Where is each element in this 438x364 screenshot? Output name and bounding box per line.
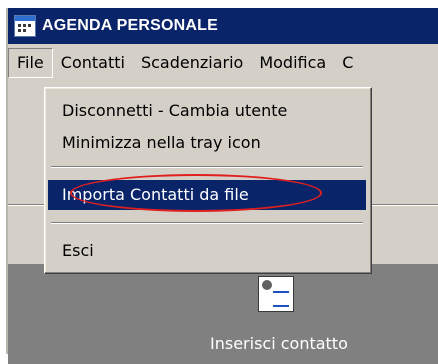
menuitem-esci-label: Esci — [62, 241, 94, 260]
menuitem-esci[interactable]: Esci — [48, 236, 366, 266]
title-bar: AGENDA PERSONALE — [8, 8, 438, 44]
add-contact-label[interactable]: Inserisci contatto — [210, 334, 348, 353]
window-title: AGENDA PERSONALE — [42, 17, 218, 34]
menu-contatti[interactable]: Contatti — [53, 49, 133, 77]
add-contact-icon[interactable] — [258, 276, 294, 312]
menuitem-importa-contatti[interactable]: Importa Contatti da file — [48, 180, 366, 210]
menuitem-disconnetti-label: Disconnetti - Cambia utente — [62, 101, 288, 120]
menu-separator — [51, 222, 363, 224]
menu-separator — [51, 166, 363, 168]
file-dropdown-menu: Disconnetti - Cambia utente Minimizza ne… — [44, 87, 372, 274]
menu-scadenziario[interactable]: Scadenziario — [133, 49, 251, 77]
menu-next-truncated[interactable]: C — [334, 49, 361, 77]
menuitem-importa-label: Importa Contatti da file — [62, 185, 249, 204]
menu-file[interactable]: File — [8, 48, 53, 78]
menuitem-minimizza-label: Minimizza nella tray icon — [62, 133, 261, 152]
menuitem-disconnetti[interactable]: Disconnetti - Cambia utente — [48, 96, 366, 126]
calendar-app-icon — [14, 15, 36, 37]
menu-bar: File Contatti Scadenziario Modifica C — [8, 48, 438, 78]
menu-modifica[interactable]: Modifica — [251, 49, 334, 77]
menuitem-minimizza[interactable]: Minimizza nella tray icon — [48, 128, 366, 158]
